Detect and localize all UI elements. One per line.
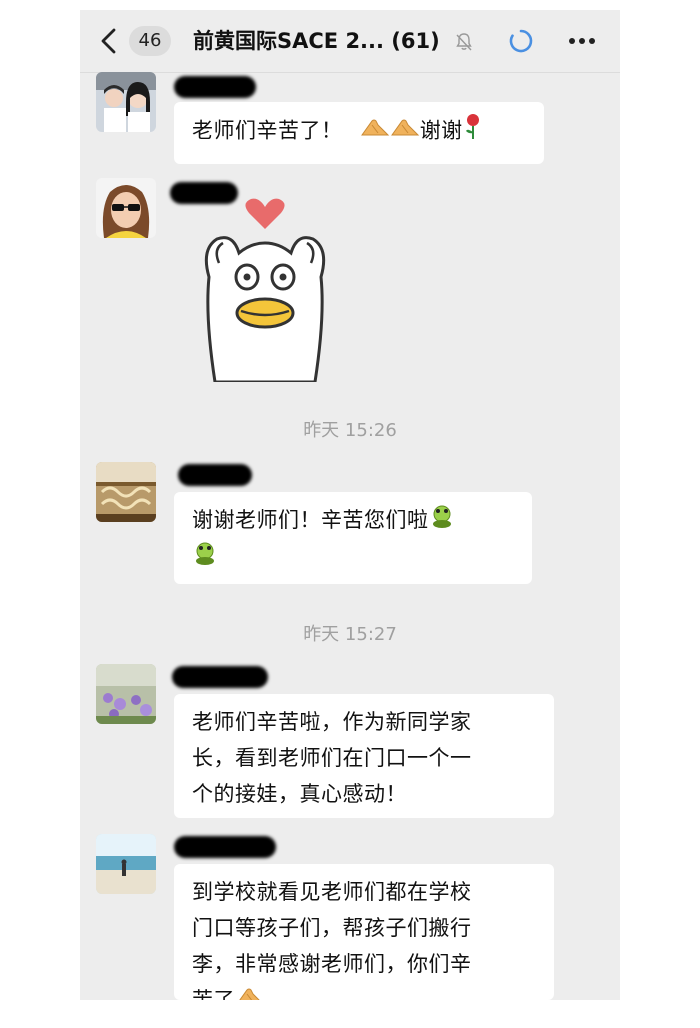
clap-hands-emoji [360,114,390,150]
more-icon[interactable] [564,28,600,54]
sender-name-redacted [172,666,268,688]
message-text-line: 个的接娃，真心感动！ [192,782,407,806]
chat-screen: 46 前黄国际SACE 2... (61) 老师们辛苦了！ 谢谢 昨天 15:2… [80,10,620,1000]
clap-hands-emoji [235,983,265,1000]
avatar[interactable] [96,462,156,522]
timestamp: 昨天 15:26 [303,420,397,441]
message-bubble[interactable]: 老师们辛苦了！ 谢谢 [174,102,544,164]
message-text-line: 长，看到老师们在门口一个一 [192,746,472,770]
avatar[interactable] [96,72,156,132]
sender-name-redacted [178,464,252,486]
avatar[interactable] [96,834,156,894]
message-text-trailing: 谢谢 [419,118,463,143]
loading-icon [509,29,533,53]
message-text: 谢谢老师们！辛苦您们啦 [192,508,429,532]
message-bubble[interactable]: 老师们辛苦啦，作为新同学家 长，看到老师们在门口一个一 个的接娃，真心感动！ [174,694,554,818]
message-text-line: 老师们辛苦啦，作为新同学家 [192,710,472,734]
message-bubble[interactable]: 谢谢老师们！辛苦您们啦 [174,492,532,584]
chat-navbar: 46 前黄国际SACE 2... (61) [80,10,620,73]
unread-count-badge[interactable]: 46 [129,26,171,56]
chat-title[interactable]: 前黄国际SACE 2... (61) [193,26,440,56]
avatar[interactable] [96,178,156,238]
sender-name-redacted [174,76,256,98]
message-bubble[interactable]: 到学校就看见老师们都在学校 门口等孩子们，帮孩子们搬行 李，非常感谢老师们，你们… [174,864,554,1000]
duck-heart-sticker[interactable] [195,197,335,382]
avatar[interactable] [96,664,156,724]
clap-hands-emoji [390,114,420,150]
rose-emoji [463,112,483,151]
message-text-line: 到学校就看见老师们都在学校 [192,880,472,904]
message-text: 老师们辛苦了！ [192,118,343,143]
message-text-line: 苦了 [192,988,235,1000]
sender-name-redacted [174,836,276,858]
message-list[interactable]: 老师们辛苦了！ 谢谢 昨天 15:26 谢谢老师们！辛苦您们啦 昨天 15:27… [80,72,620,1000]
frog-emoji [192,540,218,577]
frog-emoji [429,503,455,540]
message-text-line: 门口等孩子们，帮孩子们搬行 [192,916,472,940]
back-icon[interactable] [98,28,120,54]
mute-icon [456,33,472,51]
message-text-line: 李，非常感谢老师们，你们辛 [192,952,472,976]
timestamp: 昨天 15:27 [303,624,397,645]
